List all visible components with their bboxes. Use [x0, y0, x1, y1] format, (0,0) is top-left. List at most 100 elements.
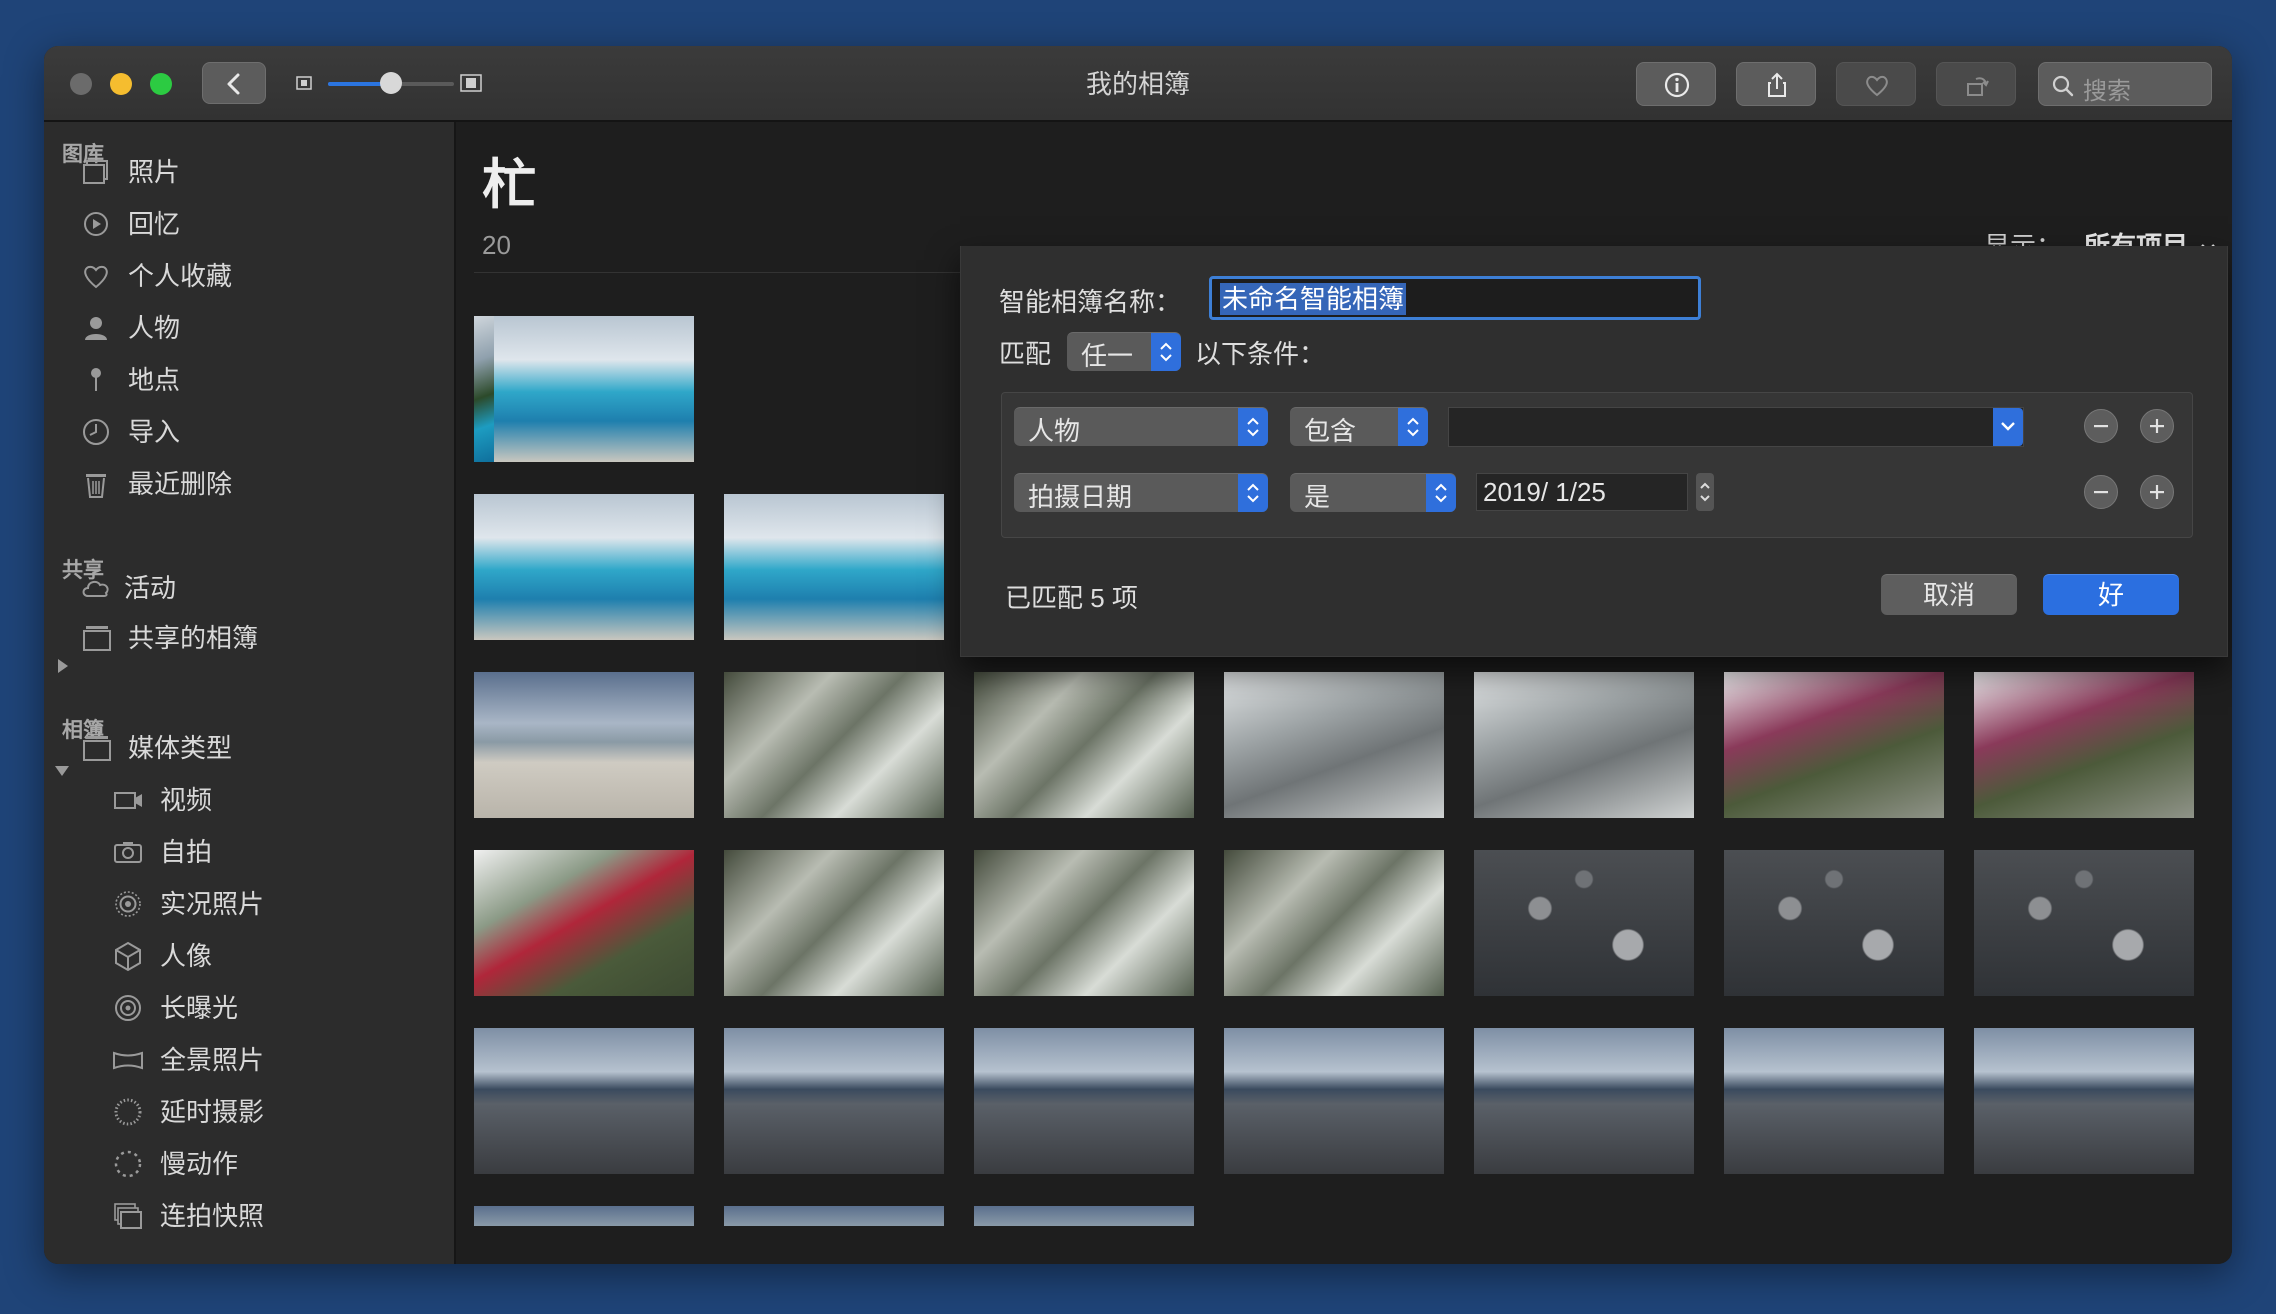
- popup-arrows: [1238, 474, 1268, 512]
- chevron-down-icon: [2001, 422, 2015, 431]
- plus-icon: [2150, 419, 2164, 433]
- album-name-value: 未命名智能相簿: [1220, 283, 1407, 315]
- match-suffix-label: 以下条件：: [1195, 339, 1326, 369]
- album-name-label: 智能相簿名称：: [999, 287, 1182, 317]
- photo-thumbnail[interactable]: [1724, 1028, 1944, 1174]
- rule-1-value-combobox[interactable]: [1448, 407, 2024, 447]
- timelapse-icon: [114, 1098, 142, 1126]
- photos-icon: [83, 160, 108, 184]
- photo-thumbnail[interactable]: [974, 1206, 1194, 1226]
- rule-2-add-button[interactable]: [2140, 475, 2174, 509]
- rotate-button[interactable]: [1936, 62, 2016, 106]
- rule-1-operator-popup[interactable]: 包含: [1290, 407, 1428, 446]
- panorama-icon: [113, 1051, 143, 1070]
- photo-thumbnail[interactable]: [1474, 672, 1694, 818]
- photo-thumbnail[interactable]: [474, 316, 694, 462]
- photo-thumbnail[interactable]: [1724, 672, 1944, 818]
- photo-thumbnail[interactable]: [1974, 850, 2194, 996]
- search-icon: [2052, 75, 2074, 97]
- album-stack-icon: [83, 736, 111, 761]
- photo-thumbnail[interactable]: [474, 316, 494, 462]
- live-photo-icon: [115, 891, 141, 917]
- match-label: 匹配: [999, 339, 1052, 369]
- plus-icon: [2150, 485, 2164, 499]
- minus-icon: [2094, 491, 2108, 494]
- info-button[interactable]: [1636, 62, 1716, 106]
- pin-icon: [91, 368, 101, 391]
- rule-1-add-button[interactable]: [2140, 409, 2174, 443]
- photo-thumbnail[interactable]: [474, 672, 694, 818]
- photo-thumbnail[interactable]: [974, 850, 1194, 996]
- memories-icon: [84, 212, 108, 236]
- info-icon: [1664, 72, 1690, 98]
- match-mode-value: 任一: [1081, 341, 1134, 371]
- slomo-icon: [114, 1150, 142, 1178]
- match-mode-popup[interactable]: 任一: [1067, 332, 1181, 371]
- search-placeholder: 搜索: [2083, 78, 2131, 105]
- cube-icon: [115, 941, 141, 972]
- up-down-chevron-icon: [1247, 417, 1259, 437]
- photo-thumbnail[interactable]: [474, 1028, 694, 1174]
- match-count-text: 已匹配 5 项: [1005, 583, 1138, 613]
- rules-box: 人物 包含 拍摄日期 是 2019/ 1/25: [1001, 392, 2193, 538]
- share-button[interactable]: [1736, 62, 1816, 106]
- rule-1-remove-button[interactable]: [2084, 409, 2118, 443]
- photo-thumbnail[interactable]: [1224, 672, 1444, 818]
- video-icon: [114, 792, 142, 809]
- popup-arrows: [1238, 408, 1268, 446]
- share-icon: [1768, 72, 1786, 97]
- up-down-chevron-icon: [1247, 483, 1259, 503]
- rule-2-remove-button[interactable]: [2084, 475, 2118, 509]
- main-content: 杧 20 显示： 所有项目 智能相簿名称： 未命名智能相簿 匹配 任一 以下条件…: [456, 122, 2232, 1264]
- disclosure-triangle-collapsed-icon[interactable]: [56, 658, 70, 674]
- cloud-icon: [82, 580, 109, 597]
- minus-icon: [2094, 425, 2108, 428]
- up-down-chevron-icon: [1160, 342, 1172, 362]
- up-down-chevron-icon: [1407, 417, 1419, 437]
- sidebar: 图库 照片 回忆 个人收藏 人物 地点 导入 最近删除 共享 活动 共享的相簿 …: [44, 122, 456, 1264]
- popup-arrows: [1426, 474, 1456, 512]
- photo-thumbnail[interactable]: [1474, 1028, 1694, 1174]
- popup-arrows: [1151, 333, 1181, 371]
- photo-thumbnail[interactable]: [1224, 850, 1444, 996]
- photo-thumbnail[interactable]: [974, 672, 1194, 818]
- ok-button[interactable]: 好: [2043, 574, 2179, 615]
- up-down-chevron-icon: [1435, 483, 1447, 503]
- photo-thumbnail[interactable]: [1224, 1028, 1444, 1174]
- burst-icon: [114, 1203, 142, 1229]
- photo-thumbnail[interactable]: [724, 1206, 944, 1226]
- date-stepper[interactable]: [1696, 473, 1714, 511]
- photo-thumbnail[interactable]: [474, 1206, 694, 1226]
- photo-thumbnail[interactable]: [724, 494, 944, 640]
- clock-icon: [83, 419, 109, 445]
- photo-thumbnail[interactable]: [974, 1028, 1194, 1174]
- cancel-button[interactable]: 取消: [1881, 574, 2017, 615]
- album-name-input[interactable]: 未命名智能相簿: [1209, 276, 1701, 320]
- rule-1-field-popup[interactable]: 人物: [1014, 407, 1268, 446]
- popup-arrows: [1398, 408, 1428, 446]
- photo-thumbnail[interactable]: [724, 1028, 944, 1174]
- combobox-dropdown-button[interactable]: [1993, 408, 2023, 446]
- photo-thumbnail[interactable]: [1724, 850, 1944, 996]
- rule-2-operator-popup[interactable]: 是: [1290, 473, 1456, 512]
- photo-thumbnail[interactable]: [474, 494, 694, 640]
- rotate-icon: [1967, 77, 1989, 96]
- favorite-button[interactable]: [1836, 62, 1916, 106]
- photo-thumbnail[interactable]: [1474, 850, 1694, 996]
- photo-thumbnail[interactable]: [1974, 672, 2194, 818]
- trash-icon: [86, 474, 106, 498]
- photo-thumbnail[interactable]: [724, 850, 944, 996]
- camera-icon: [114, 842, 142, 863]
- photo-thumbnail[interactable]: [1974, 1028, 2194, 1174]
- search-field[interactable]: 搜索: [2038, 62, 2212, 106]
- disclosure-triangle-expanded-icon[interactable]: [54, 764, 70, 778]
- album-stack-icon: [83, 626, 111, 651]
- title-bar: 我的相簿 搜索: [44, 46, 2232, 122]
- rule-2-field-popup[interactable]: 拍摄日期: [1014, 473, 1268, 512]
- long-exposure-icon: [115, 995, 141, 1021]
- photo-thumbnail[interactable]: [724, 672, 944, 818]
- photo-thumbnail[interactable]: [474, 850, 694, 996]
- heart-icon: [1866, 75, 1888, 97]
- photos-window: 我的相簿 搜索 图库 照片 回忆 个人收藏 人物 地点 导入 最近删除 共享 活…: [44, 46, 2232, 1264]
- rule-2-date-field[interactable]: 2019/ 1/25: [1476, 473, 1688, 511]
